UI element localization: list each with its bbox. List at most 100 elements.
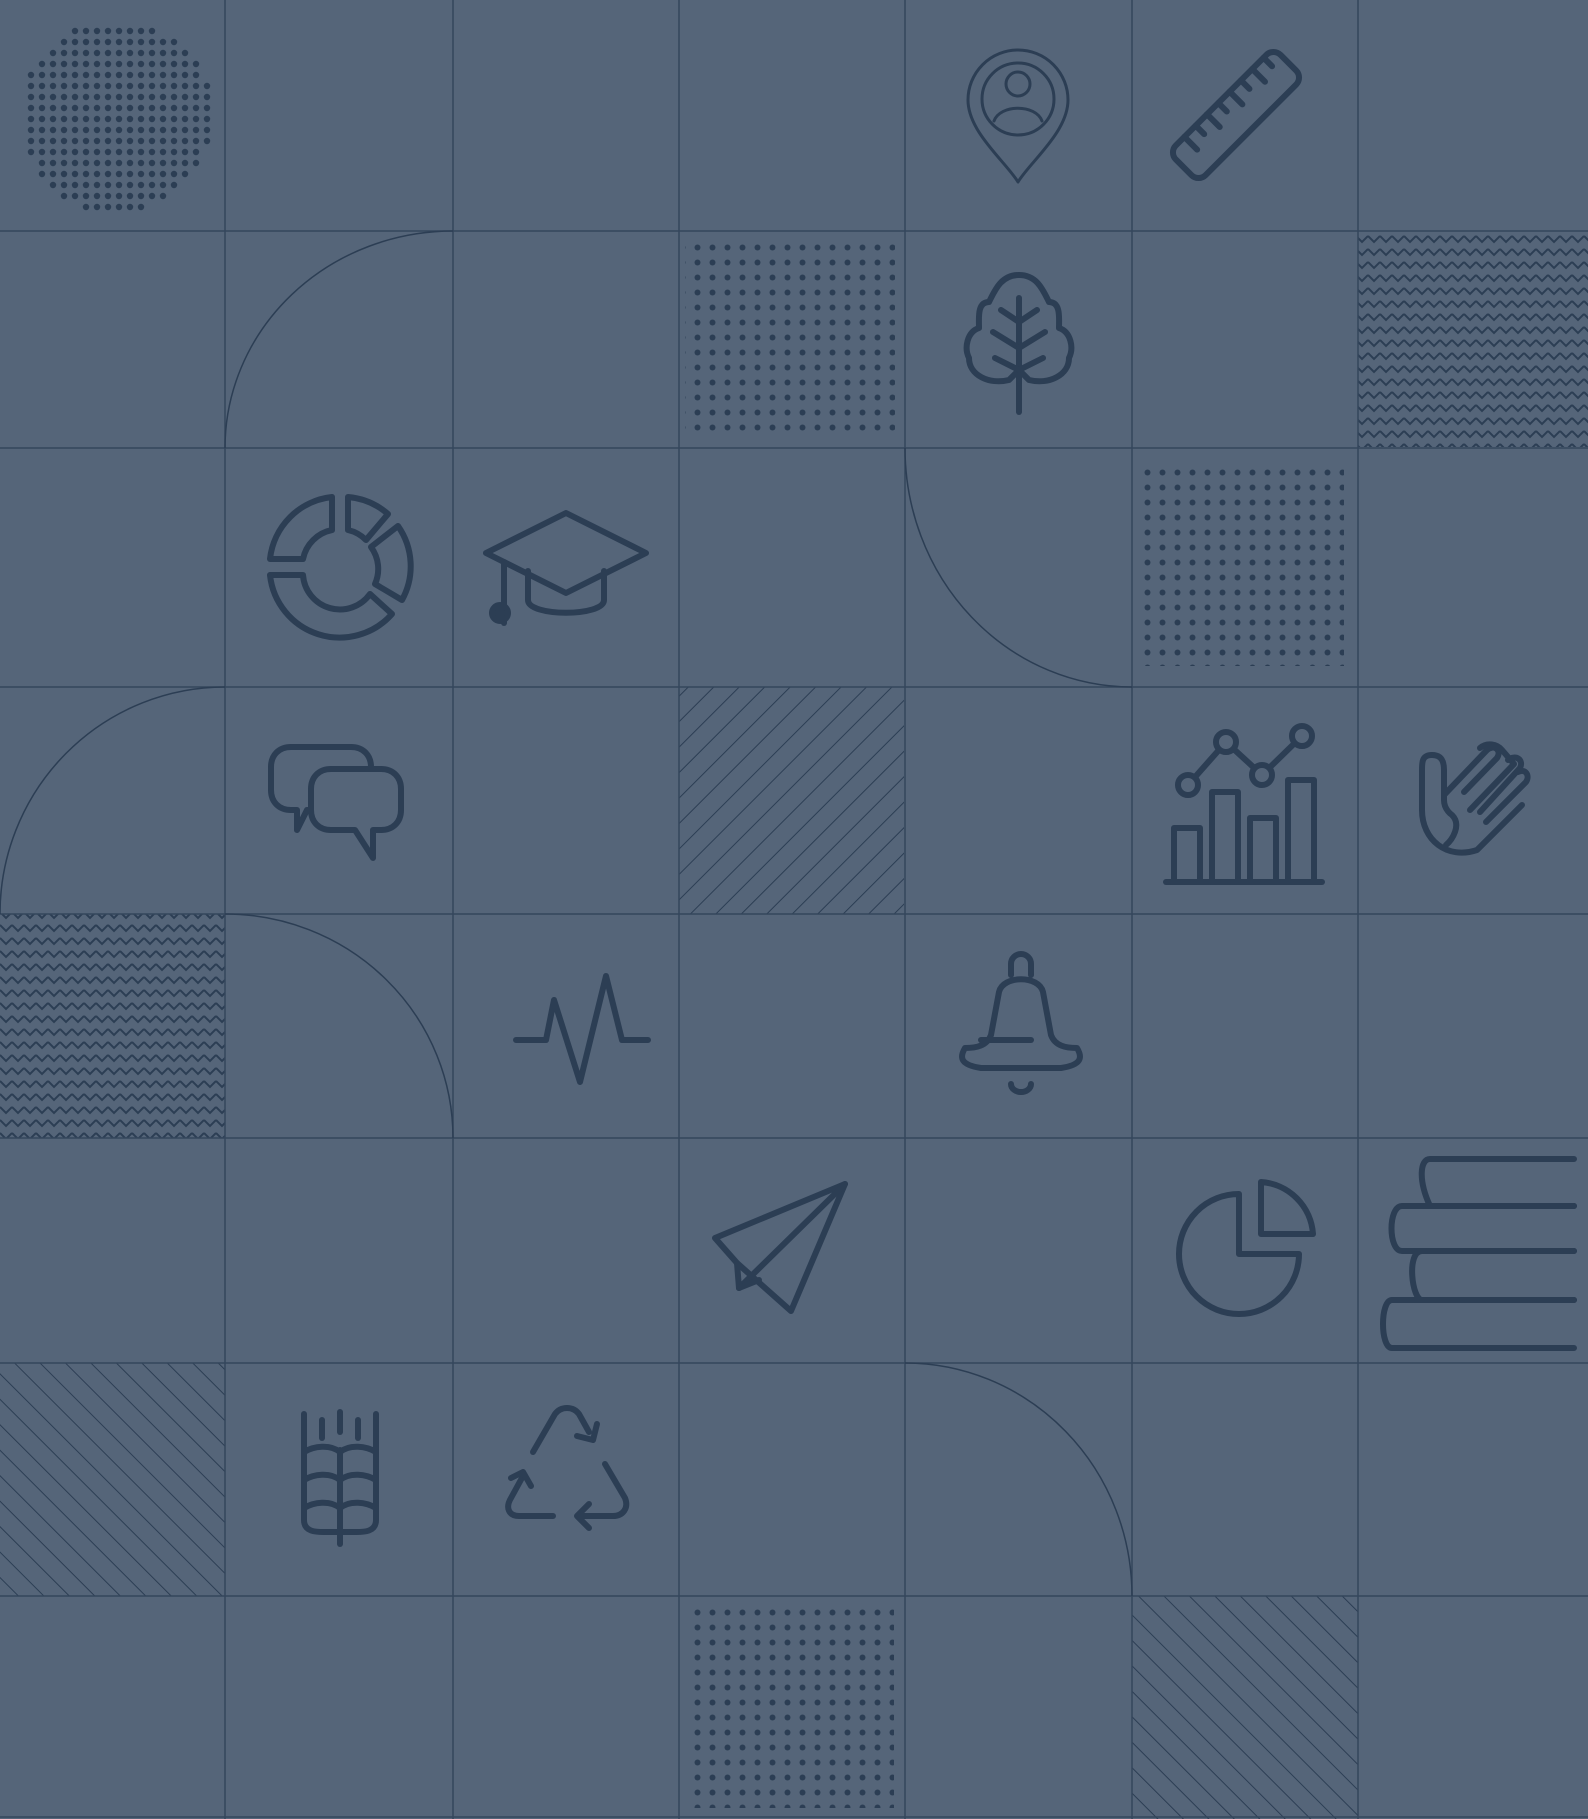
halftone-dot (49, 137, 57, 145)
halftone-dot (82, 170, 90, 178)
halftone-dot (148, 49, 156, 57)
halftone-dot (159, 192, 167, 200)
halftone-dot (104, 170, 112, 178)
halftone-dot (192, 126, 200, 134)
halftone-dot (148, 115, 156, 123)
halftone-dot (148, 170, 156, 178)
halftone-dot (71, 38, 79, 46)
halftone-dot (137, 181, 145, 189)
halftone-dot (71, 148, 79, 156)
halftone-dot (126, 38, 134, 46)
halftone-dot (170, 159, 178, 167)
halftone-dot (71, 71, 79, 79)
halftone-dot (203, 126, 211, 134)
halftone-dot (60, 126, 68, 134)
halftone-dot (115, 192, 123, 200)
halftone-dot (71, 104, 79, 112)
halftone-dot (71, 82, 79, 90)
halftone-dot (181, 60, 189, 68)
halftone-dot (71, 181, 79, 189)
halftone-dot (49, 60, 57, 68)
halftone-dot (104, 93, 112, 101)
diagonal-hatch-pattern (679, 687, 904, 914)
halftone-dot (27, 126, 35, 134)
halftone-dot (82, 27, 90, 35)
halftone-dot (38, 71, 46, 79)
halftone-dot (71, 60, 79, 68)
halftone-dot (126, 82, 134, 90)
halftone-dot (71, 126, 79, 134)
halftone-dot (137, 104, 145, 112)
halftone-dot (148, 192, 156, 200)
halftone-dot (93, 115, 101, 123)
halftone-dot (170, 148, 178, 156)
halftone-dot (82, 49, 90, 57)
halftone-dot (148, 104, 156, 112)
halftone-dot (82, 104, 90, 112)
halftone-dot (181, 115, 189, 123)
halftone-dot (60, 104, 68, 112)
halftone-dot (82, 38, 90, 46)
halftone-dot (82, 137, 90, 145)
halftone-dot (71, 49, 79, 57)
halftone-dot (126, 159, 134, 167)
halftone-dot (60, 159, 68, 167)
halftone-dot (115, 49, 123, 57)
halftone-dot (93, 60, 101, 68)
dot-grid-pattern (692, 1608, 894, 1808)
halftone-dot (82, 159, 90, 167)
halftone-dot (126, 203, 134, 211)
diagonal-hatch-pattern (1132, 1596, 1358, 1819)
halftone-dot (148, 93, 156, 101)
halftone-dot (192, 71, 200, 79)
halftone-dot (170, 126, 178, 134)
halftone-dot (60, 115, 68, 123)
halftone-dot (181, 126, 189, 134)
halftone-dot (82, 115, 90, 123)
halftone-dot (93, 38, 101, 46)
halftone-dot (126, 27, 134, 35)
halftone-dot (82, 93, 90, 101)
halftone-dot (170, 181, 178, 189)
halftone-dot (159, 181, 167, 189)
halftone-dot (148, 148, 156, 156)
halftone-dot (159, 137, 167, 145)
halftone-dot (104, 126, 112, 134)
halftone-dot (115, 137, 123, 145)
halftone-dot (137, 71, 145, 79)
halftone-dot (137, 126, 145, 134)
halftone-dot (137, 159, 145, 167)
halftone-dot (49, 148, 57, 156)
halftone-dot (93, 137, 101, 145)
halftone-dot (159, 38, 167, 46)
halftone-dot (115, 93, 123, 101)
halftone-dot (126, 170, 134, 178)
dot-grid-pattern (1144, 466, 1344, 666)
halftone-dot (60, 49, 68, 57)
halftone-dot (159, 159, 167, 167)
halftone-dot (181, 170, 189, 178)
halftone-dot (159, 60, 167, 68)
halftone-dot (93, 27, 101, 35)
halftone-dot (115, 203, 123, 211)
halftone-dot (49, 71, 57, 79)
halftone-dot (181, 159, 189, 167)
halftone-dot (181, 49, 189, 57)
halftone-dot (60, 148, 68, 156)
halftone-dot (148, 38, 156, 46)
halftone-dot (60, 170, 68, 178)
halftone-dot (93, 192, 101, 200)
halftone-dot (60, 38, 68, 46)
halftone-dot (71, 27, 79, 35)
halftone-dot (126, 115, 134, 123)
halftone-dot (60, 93, 68, 101)
halftone-dot (192, 115, 200, 123)
halftone-dot (115, 27, 123, 35)
halftone-dot (115, 148, 123, 156)
halftone-dot (170, 170, 178, 178)
halftone-dot (104, 60, 112, 68)
halftone-dot (82, 192, 90, 200)
halftone-dot (115, 115, 123, 123)
halftone-dot (104, 49, 112, 57)
halftone-dot (93, 159, 101, 167)
